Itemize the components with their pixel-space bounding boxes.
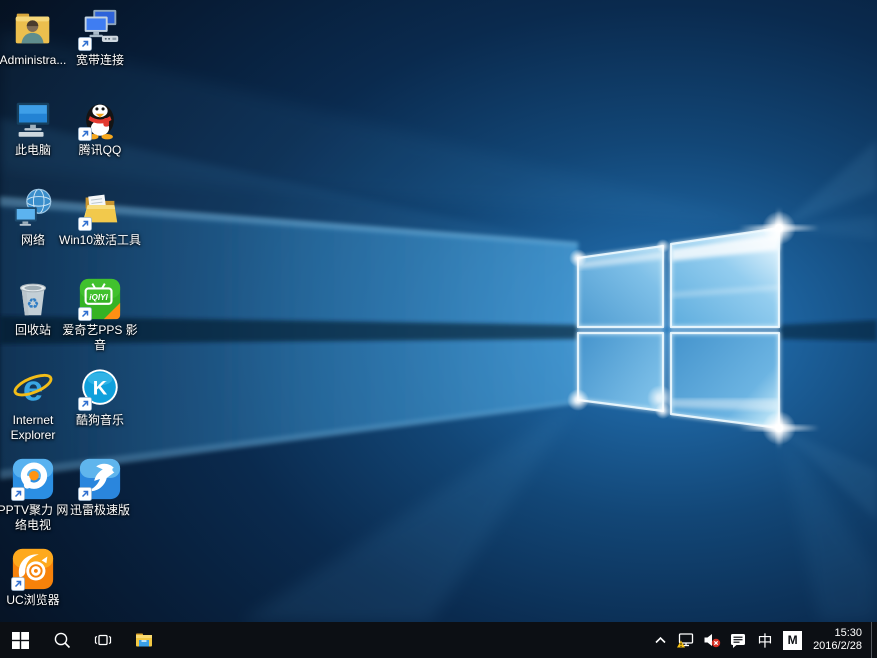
desktop-icon-uc-browser[interactable]: UC浏览器 [0,546,68,608]
taskbar-buttons [0,622,164,658]
tray-volume[interactable] [699,622,725,658]
shortcut-arrow-icon [78,37,92,51]
clock-date: 2016/2/28 [813,640,862,653]
taskbar: 中 M 15:30 2016/2/28 [0,622,877,658]
search-button[interactable] [41,622,82,658]
svg-text:K: K [93,378,108,400]
icon-label: 爱奇艺PPS 影音 [59,323,141,353]
shortcut-arrow-icon [78,487,92,501]
desktop-icon-recycle-bin[interactable]: ♻ 回收站 [0,276,68,338]
icon-label: UC浏览器 [0,593,74,608]
tray-ime-mode[interactable]: 中 [751,622,779,658]
windows-desktop-screen: { "desktop": { "icons": [ {"id":"adminis… [0,0,877,658]
desktop-icon-qq[interactable]: 腾讯QQ [65,96,135,158]
shortcut-arrow-icon [78,217,92,231]
icon-label: 迅雷极速版 [59,503,141,518]
shortcut-arrow-icon [11,487,25,501]
svg-text:iQIYI: iQIYI [89,293,108,302]
svg-text:♻: ♻ [27,297,40,313]
file-explorer-icon [134,631,154,649]
recycle-bin-icon: ♻ [10,276,56,322]
desktop-icon-network[interactable]: 网络 [0,186,68,248]
action-center-icon [729,632,747,649]
show-desktop-button[interactable] [871,622,877,658]
desktop-icon-pptv[interactable]: PPTV聚力 网络电视 [0,456,68,533]
search-icon [53,631,71,649]
desktop-icon-internet-explorer[interactable]: e Internet Explorer [0,366,68,443]
shortcut-arrow-icon [78,307,92,321]
icon-label: 腾讯QQ [59,143,141,158]
network-warning-icon [676,632,695,649]
task-view-icon [94,631,112,649]
icon-label: 宽带连接 [59,53,141,68]
desktop-icon-win10-activator[interactable]: Win10激活工具 [65,186,135,248]
windows-logo-icon [12,632,29,649]
file-explorer-button[interactable] [123,622,164,658]
taskbar-clock[interactable]: 15:30 2016/2/28 [806,627,871,653]
ime-chinese-indicator: 中 [755,630,775,651]
shortcut-arrow-icon [78,127,92,141]
icon-label: Win10激活工具 [59,233,141,248]
tray-ime-letter[interactable]: M [779,622,806,658]
shortcut-arrow-icon [11,577,25,591]
tray-show-hidden-icons[interactable] [649,622,672,658]
desktop-icon-this-pc[interactable]: 此电脑 [0,96,68,158]
volume-muted-icon [703,632,721,648]
desktop[interactable]: Administra... 此电脑 网络 [0,0,877,622]
computer-icon [10,96,56,142]
tray-network-status[interactable] [672,622,699,658]
task-view-button[interactable] [82,622,123,658]
icon-label: 酷狗音乐 [59,413,141,428]
desktop-icon-iqiyi-pps[interactable]: iQIYI 爱奇艺PPS 影音 [65,276,135,353]
internet-explorer-icon: e [10,366,56,412]
chevron-up-icon [653,633,668,647]
clock-time: 15:30 [813,627,862,640]
desktop-icon-xunlei[interactable]: 迅雷极速版 [65,456,135,518]
user-folder-icon [10,6,56,52]
start-button[interactable] [0,622,41,658]
ime-letter-indicator: M [783,631,802,650]
shortcut-arrow-icon [78,397,92,411]
desktop-icon-broadband[interactable]: 宽带连接 [65,6,135,68]
desktop-icon-administrator[interactable]: Administra... [0,6,68,68]
network-globe-icon [10,186,56,232]
desktop-icon-kugou[interactable]: K 酷狗音乐 [65,366,135,428]
tray-action-center[interactable] [725,622,751,658]
system-tray: 中 M 15:30 2016/2/28 [649,622,877,658]
svg-text:e: e [23,368,43,409]
